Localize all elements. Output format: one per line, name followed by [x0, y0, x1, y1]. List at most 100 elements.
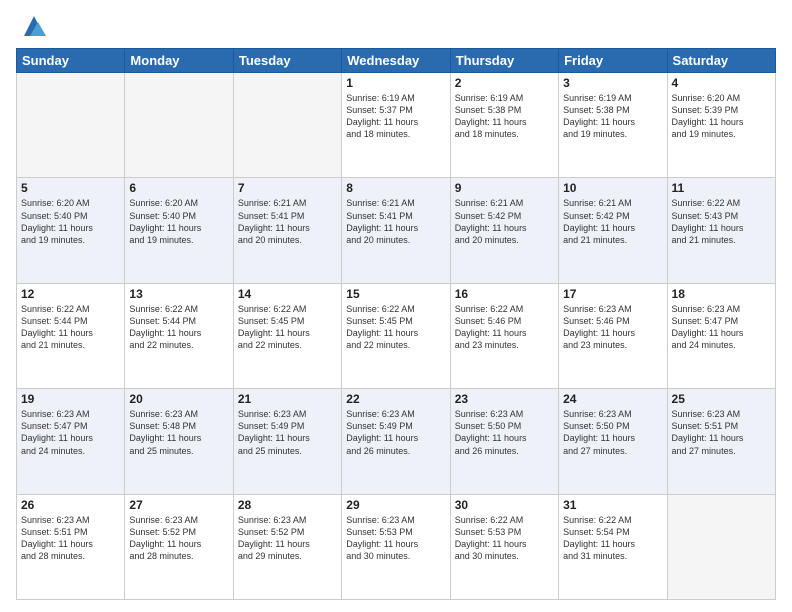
day-info: Sunrise: 6:22 AM Sunset: 5:53 PM Dayligh…	[455, 514, 554, 563]
table-row: 23 Sunrise: 6:23 AM Sunset: 5:50 PM Dayli…	[450, 389, 558, 494]
day-number: 21	[238, 392, 337, 406]
day-number: 23	[455, 392, 554, 406]
day-number: 24	[563, 392, 662, 406]
day-number: 28	[238, 498, 337, 512]
day-info: Sunrise: 6:23 AM Sunset: 5:46 PM Dayligh…	[563, 303, 662, 352]
day-number: 2	[455, 76, 554, 90]
table-row	[17, 73, 125, 178]
table-row: 19Sunrise: 6:23 AM Sunset: 5:47 PM Dayli…	[17, 389, 125, 494]
day-info: Sunrise: 6:22 AM Sunset: 5:43 PM Dayligh…	[672, 197, 771, 246]
table-row: 6 Sunrise: 6:20 AM Sunset: 5:40 PM Daylig…	[125, 178, 233, 283]
day-number: 10	[563, 181, 662, 195]
logo	[16, 12, 48, 40]
table-row: 20Sunrise: 6:23 AM Sunset: 5:48 PM Dayli…	[125, 389, 233, 494]
calendar-week-row: 12 Sunrise: 6:22 AM Sunset: 5:44 PM Dayli…	[17, 283, 776, 388]
calendar-week-row: 26 Sunrise: 6:23 AM Sunset: 5:51 PM Dayli…	[17, 494, 776, 599]
day-number: 18	[672, 287, 771, 301]
header	[16, 12, 776, 40]
table-row	[233, 73, 341, 178]
calendar-week-row: 19Sunrise: 6:23 AM Sunset: 5:47 PM Dayli…	[17, 389, 776, 494]
day-info: Sunrise: 6:22 AM Sunset: 5:46 PM Dayligh…	[455, 303, 554, 352]
table-row: 27Sunrise: 6:23 AM Sunset: 5:52 PM Dayli…	[125, 494, 233, 599]
day-info: Sunrise: 6:20 AM Sunset: 5:40 PM Dayligh…	[129, 197, 228, 246]
table-row: 1 Sunrise: 6:19 AM Sunset: 5:37 PM Daylig…	[342, 73, 450, 178]
day-number: 30	[455, 498, 554, 512]
day-number: 26	[21, 498, 120, 512]
day-number: 4	[672, 76, 771, 90]
day-number: 7	[238, 181, 337, 195]
day-number: 17	[563, 287, 662, 301]
calendar-week-row: 5Sunrise: 6:20 AM Sunset: 5:40 PM Daylig…	[17, 178, 776, 283]
table-row: 4 Sunrise: 6:20 AM Sunset: 5:39 PM Daylig…	[667, 73, 775, 178]
table-row: 25 Sunrise: 6:23 AM Sunset: 5:51 PM Dayli…	[667, 389, 775, 494]
header-tuesday: Tuesday	[233, 49, 341, 73]
header-sunday: Sunday	[17, 49, 125, 73]
table-row	[667, 494, 775, 599]
day-info: Sunrise: 6:23 AM Sunset: 5:50 PM Dayligh…	[563, 408, 662, 457]
day-info: Sunrise: 6:21 AM Sunset: 5:42 PM Dayligh…	[563, 197, 662, 246]
day-info: Sunrise: 6:19 AM Sunset: 5:38 PM Dayligh…	[563, 92, 662, 141]
table-row: 15Sunrise: 6:22 AM Sunset: 5:45 PM Dayli…	[342, 283, 450, 388]
day-info: Sunrise: 6:23 AM Sunset: 5:52 PM Dayligh…	[238, 514, 337, 563]
header-monday: Monday	[125, 49, 233, 73]
day-info: Sunrise: 6:23 AM Sunset: 5:47 PM Dayligh…	[21, 408, 120, 457]
table-row: 8 Sunrise: 6:21 AM Sunset: 5:41 PM Daylig…	[342, 178, 450, 283]
day-info: Sunrise: 6:19 AM Sunset: 5:37 PM Dayligh…	[346, 92, 445, 141]
day-info: Sunrise: 6:21 AM Sunset: 5:41 PM Dayligh…	[346, 197, 445, 246]
day-info: Sunrise: 6:19 AM Sunset: 5:38 PM Dayligh…	[455, 92, 554, 141]
day-number: 31	[563, 498, 662, 512]
day-number: 8	[346, 181, 445, 195]
table-row: 9Sunrise: 6:21 AM Sunset: 5:42 PM Daylig…	[450, 178, 558, 283]
calendar-week-row: 1 Sunrise: 6:19 AM Sunset: 5:37 PM Daylig…	[17, 73, 776, 178]
day-number: 1	[346, 76, 445, 90]
table-row: 31 Sunrise: 6:22 AM Sunset: 5:54 PM Dayli…	[559, 494, 667, 599]
day-number: 16	[455, 287, 554, 301]
day-info: Sunrise: 6:22 AM Sunset: 5:44 PM Dayligh…	[129, 303, 228, 352]
table-row: 29Sunrise: 6:23 AM Sunset: 5:53 PM Dayli…	[342, 494, 450, 599]
day-number: 6	[129, 181, 228, 195]
day-info: Sunrise: 6:23 AM Sunset: 5:50 PM Dayligh…	[455, 408, 554, 457]
table-row: 2 Sunrise: 6:19 AM Sunset: 5:38 PM Daylig…	[450, 73, 558, 178]
header-saturday: Saturday	[667, 49, 775, 73]
day-number: 9	[455, 181, 554, 195]
table-row: 5Sunrise: 6:20 AM Sunset: 5:40 PM Daylig…	[17, 178, 125, 283]
table-row: 30 Sunrise: 6:22 AM Sunset: 5:53 PM Dayli…	[450, 494, 558, 599]
table-row: 22Sunrise: 6:23 AM Sunset: 5:49 PM Dayli…	[342, 389, 450, 494]
day-info: Sunrise: 6:22 AM Sunset: 5:45 PM Dayligh…	[238, 303, 337, 352]
day-info: Sunrise: 6:20 AM Sunset: 5:39 PM Dayligh…	[672, 92, 771, 141]
day-info: Sunrise: 6:23 AM Sunset: 5:52 PM Dayligh…	[129, 514, 228, 563]
header-thursday: Thursday	[450, 49, 558, 73]
day-info: Sunrise: 6:23 AM Sunset: 5:51 PM Dayligh…	[21, 514, 120, 563]
table-row: 7Sunrise: 6:21 AM Sunset: 5:41 PM Daylig…	[233, 178, 341, 283]
day-info: Sunrise: 6:23 AM Sunset: 5:48 PM Dayligh…	[129, 408, 228, 457]
day-number: 25	[672, 392, 771, 406]
header-friday: Friday	[559, 49, 667, 73]
page: Sunday Monday Tuesday Wednesday Thursday…	[0, 0, 792, 612]
day-info: Sunrise: 6:23 AM Sunset: 5:53 PM Dayligh…	[346, 514, 445, 563]
table-row: 26 Sunrise: 6:23 AM Sunset: 5:51 PM Dayli…	[17, 494, 125, 599]
table-row: 10 Sunrise: 6:21 AM Sunset: 5:42 PM Dayli…	[559, 178, 667, 283]
table-row: 11Sunrise: 6:22 AM Sunset: 5:43 PM Dayli…	[667, 178, 775, 283]
table-row: 18Sunrise: 6:23 AM Sunset: 5:47 PM Dayli…	[667, 283, 775, 388]
day-info: Sunrise: 6:23 AM Sunset: 5:49 PM Dayligh…	[238, 408, 337, 457]
table-row: 12Sunrise: 6:22 AM Sunset: 5:44 PM Dayli…	[17, 283, 125, 388]
table-row: 14 Sunrise: 6:22 AM Sunset: 5:45 PM Dayli…	[233, 283, 341, 388]
day-number: 15	[346, 287, 445, 301]
day-info: Sunrise: 6:23 AM Sunset: 5:51 PM Dayligh…	[672, 408, 771, 457]
table-row: 24 Sunrise: 6:23 AM Sunset: 5:50 PM Dayli…	[559, 389, 667, 494]
day-number: 3	[563, 76, 662, 90]
table-row: 3 Sunrise: 6:19 AM Sunset: 5:38 PM Daylig…	[559, 73, 667, 178]
table-row: 13Sunrise: 6:22 AM Sunset: 5:44 PM Dayli…	[125, 283, 233, 388]
day-number: 12	[21, 287, 120, 301]
table-row: 16 Sunrise: 6:22 AM Sunset: 5:46 PM Dayli…	[450, 283, 558, 388]
calendar-table: Sunday Monday Tuesday Wednesday Thursday…	[16, 48, 776, 600]
day-info: Sunrise: 6:23 AM Sunset: 5:49 PM Dayligh…	[346, 408, 445, 457]
table-row: 21 Sunrise: 6:23 AM Sunset: 5:49 PM Dayli…	[233, 389, 341, 494]
day-number: 14	[238, 287, 337, 301]
header-wednesday: Wednesday	[342, 49, 450, 73]
table-row	[125, 73, 233, 178]
day-info: Sunrise: 6:20 AM Sunset: 5:40 PM Dayligh…	[21, 197, 120, 246]
table-row: 17 Sunrise: 6:23 AM Sunset: 5:46 PM Dayli…	[559, 283, 667, 388]
table-row: 28 Sunrise: 6:23 AM Sunset: 5:52 PM Dayli…	[233, 494, 341, 599]
day-info: Sunrise: 6:22 AM Sunset: 5:54 PM Dayligh…	[563, 514, 662, 563]
